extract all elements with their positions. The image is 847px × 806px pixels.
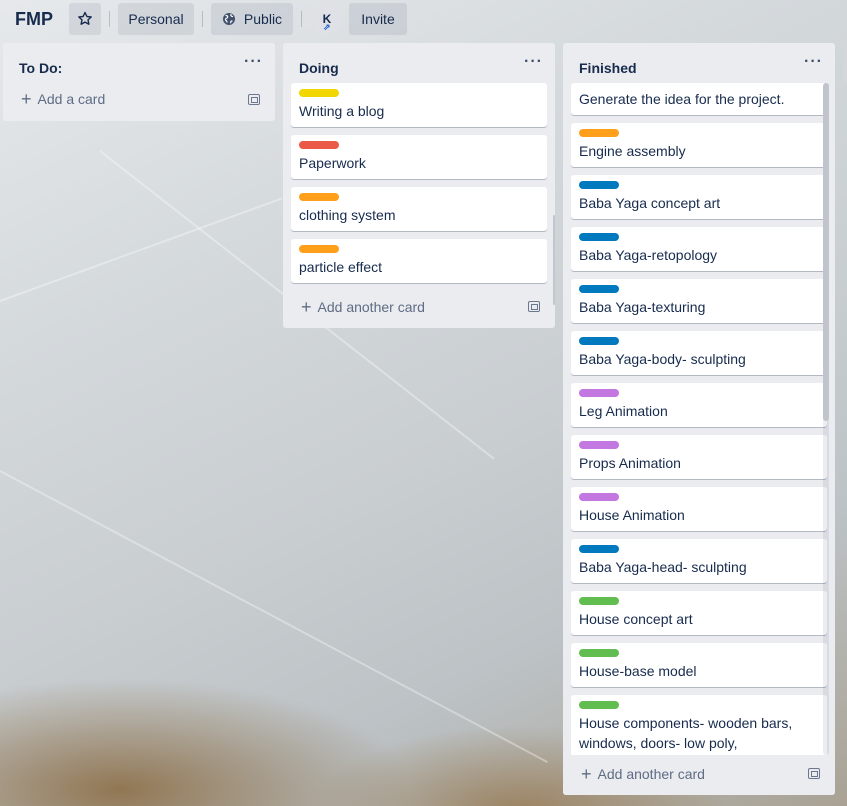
card[interactable]: Baba Yaga-texturing [571, 279, 827, 323]
card-template-icon[interactable] [248, 94, 260, 105]
board-header: FMP Personal Public K ⇗ Invite [0, 0, 847, 38]
card-label [579, 701, 619, 709]
visibility-label: Public [243, 11, 283, 27]
add-card-button[interactable]: + Add a card [21, 89, 106, 109]
card-label [579, 181, 619, 189]
add-card-label: Add a card [37, 91, 106, 107]
header-divider [202, 11, 203, 27]
list-title[interactable]: To Do: [19, 60, 62, 76]
member-avatar[interactable]: K ⇗ [313, 5, 341, 33]
card-title: Baba Yaga-retopology [579, 247, 718, 263]
plus-icon: + [301, 297, 312, 317]
card[interactable]: Paperwork [291, 135, 547, 179]
card-title: particle effect [299, 259, 383, 275]
team-visibility-button[interactable]: Personal [118, 3, 194, 35]
card[interactable]: Props Animation [571, 435, 827, 479]
add-card-label: Add another card [317, 299, 425, 315]
card[interactable]: particle effect [291, 239, 547, 283]
card-title: Generate the idea for the project. [579, 91, 785, 107]
ellipsis-icon[interactable]: ··· [804, 53, 823, 71]
add-card-button[interactable]: + Add another card [301, 297, 425, 317]
page-scrollbar[interactable] [843, 45, 847, 83]
card-label [579, 129, 619, 137]
plus-icon: + [581, 764, 592, 784]
card[interactable]: Baba Yaga concept art [571, 175, 827, 219]
ellipsis-icon[interactable]: ··· [244, 53, 263, 71]
card-label [299, 245, 339, 253]
card[interactable]: Writing a blog [291, 83, 547, 127]
card-title: Engine assembly [579, 143, 686, 159]
card[interactable]: Generate the idea for the project. [571, 83, 827, 115]
card-title: Writing a blog [299, 103, 385, 119]
card-label [579, 441, 619, 449]
card-template-icon[interactable] [808, 768, 820, 779]
card-title: Baba Yaga-texturing [579, 299, 706, 315]
card[interactable]: Baba Yaga-retopology [571, 227, 827, 271]
list-todo: To Do: ··· + Add a card [3, 43, 275, 121]
list-title[interactable]: Doing [299, 60, 339, 76]
card-label [299, 141, 339, 149]
card-label [579, 233, 619, 241]
list-scrollbar-thumb[interactable] [823, 83, 829, 421]
card-title: House-base model [579, 663, 697, 679]
card[interactable]: Engine assembly [571, 123, 827, 167]
card-label [579, 597, 619, 605]
card-title: Baba Yaga-head- sculpting [579, 559, 747, 575]
card[interactable]: House Animation [571, 487, 827, 531]
plus-icon: + [21, 89, 32, 109]
personal-label: Personal [128, 11, 184, 27]
card[interactable]: House-base model [571, 643, 827, 687]
card[interactable]: Baba Yaga-head- sculpting [571, 539, 827, 583]
card-label [299, 193, 339, 201]
card-title: Leg Animation [579, 403, 668, 419]
card[interactable]: clothing system [291, 187, 547, 231]
invite-button[interactable]: Invite [349, 3, 407, 35]
card[interactable]: House concept art [571, 591, 827, 635]
card[interactable]: House components- wooden bars, windows, … [571, 695, 827, 759]
list-doing: Doing ··· Writing a blog Paperwork cloth… [283, 43, 555, 328]
card-template-icon[interactable] [528, 301, 540, 312]
globe-icon [222, 12, 236, 26]
card-title-line: windows, doors- low poly, [579, 735, 738, 751]
admin-chevron-icon: ⇗ [323, 22, 331, 32]
card-label [579, 285, 619, 293]
card-title-line: House components- wooden bars, [579, 715, 793, 731]
list-finished: Finished ··· Generate the idea for the p… [563, 43, 835, 795]
card-title: Baba Yaga concept art [579, 195, 721, 211]
card-title: Props Animation [579, 455, 681, 471]
card-label [579, 545, 619, 553]
header-divider [301, 11, 302, 27]
card-label [579, 337, 619, 345]
card-title: clothing system [299, 207, 396, 223]
list-title[interactable]: Finished [579, 60, 637, 76]
invite-label: Invite [361, 11, 395, 27]
ellipsis-icon[interactable]: ··· [524, 53, 543, 71]
list-footer: + Add another card [563, 755, 835, 795]
header-divider [109, 11, 110, 27]
card-label [299, 89, 339, 97]
add-card-label: Add another card [597, 766, 705, 782]
board-title[interactable]: FMP [15, 9, 53, 30]
list-scrollbar[interactable] [553, 215, 555, 305]
star-button[interactable] [69, 3, 101, 35]
add-card-button[interactable]: + Add another card [581, 764, 705, 784]
card-title: Baba Yaga-body- sculpting [579, 351, 746, 367]
card-title: House concept art [579, 611, 693, 627]
card-label [579, 493, 619, 501]
card-label [579, 389, 619, 397]
card-title: House Animation [579, 507, 685, 523]
card-title: Paperwork [299, 155, 366, 171]
visibility-button[interactable]: Public [211, 3, 293, 35]
card[interactable]: Baba Yaga-body- sculpting [571, 331, 827, 375]
card[interactable]: Leg Animation [571, 383, 827, 427]
card-label [579, 649, 619, 657]
star-icon [77, 11, 93, 27]
